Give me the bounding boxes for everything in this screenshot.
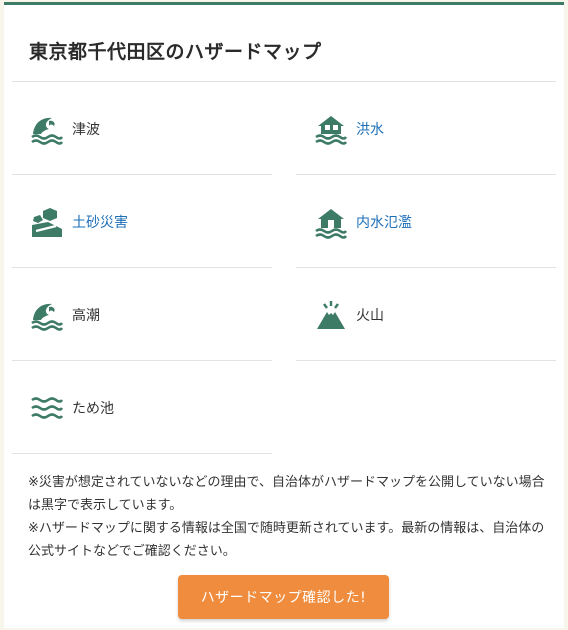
inland-flood-icon — [314, 205, 348, 239]
hazard-label[interactable]: 内水氾濫 — [356, 212, 412, 232]
hazard-item-volcano: 火山 — [296, 269, 556, 361]
notes: ※災害が想定されていないなどの理由で、自治体がハザードマップを公開していない場合… — [28, 471, 548, 563]
volcano-icon — [314, 298, 348, 332]
hazard-label[interactable]: 洪水 — [356, 119, 384, 139]
hazard-item-reservoir: ため池 — [12, 362, 272, 454]
note-updates: ※ハザードマップに関する情報は全国で随時更新されています。最新の情報は、自治体の… — [28, 521, 545, 559]
hazard-item-inland-flood[interactable]: 内水氾濫 — [296, 176, 556, 268]
hazard-item-tsunami: 津波 — [12, 83, 272, 175]
reservoir-icon — [30, 391, 64, 425]
page-title: 東京都千代田区のハザードマップ — [29, 41, 322, 63]
hazard-item-storm-surge: 高潮 — [12, 269, 272, 361]
storm-surge-icon — [30, 298, 64, 332]
hazard-label: ため池 — [72, 401, 114, 417]
hazard-label: 高潮 — [72, 308, 100, 324]
flood-icon — [314, 112, 348, 146]
divider — [12, 81, 556, 82]
note-unpublished: ※災害が想定されていないなどの理由で、自治体がハザードマップを公開していない場合… — [28, 475, 545, 513]
confirm-button[interactable]: ハザードマップ確認した! — [178, 575, 389, 619]
hazard-label[interactable]: 土砂災害 — [72, 212, 128, 232]
tsunami-icon — [30, 112, 64, 146]
hazard-item-landslide[interactable]: 土砂災害 — [12, 176, 272, 268]
hazard-item-flood[interactable]: 洪水 — [296, 83, 556, 175]
landslide-icon — [30, 205, 64, 239]
hazard-map-card: 東京都千代田区のハザードマップ 津波 洪水 土砂災害 内水氾濫 高潮 火山 ため… — [4, 2, 564, 628]
hazard-label: 火山 — [356, 308, 384, 324]
hazard-label: 津波 — [72, 122, 100, 138]
